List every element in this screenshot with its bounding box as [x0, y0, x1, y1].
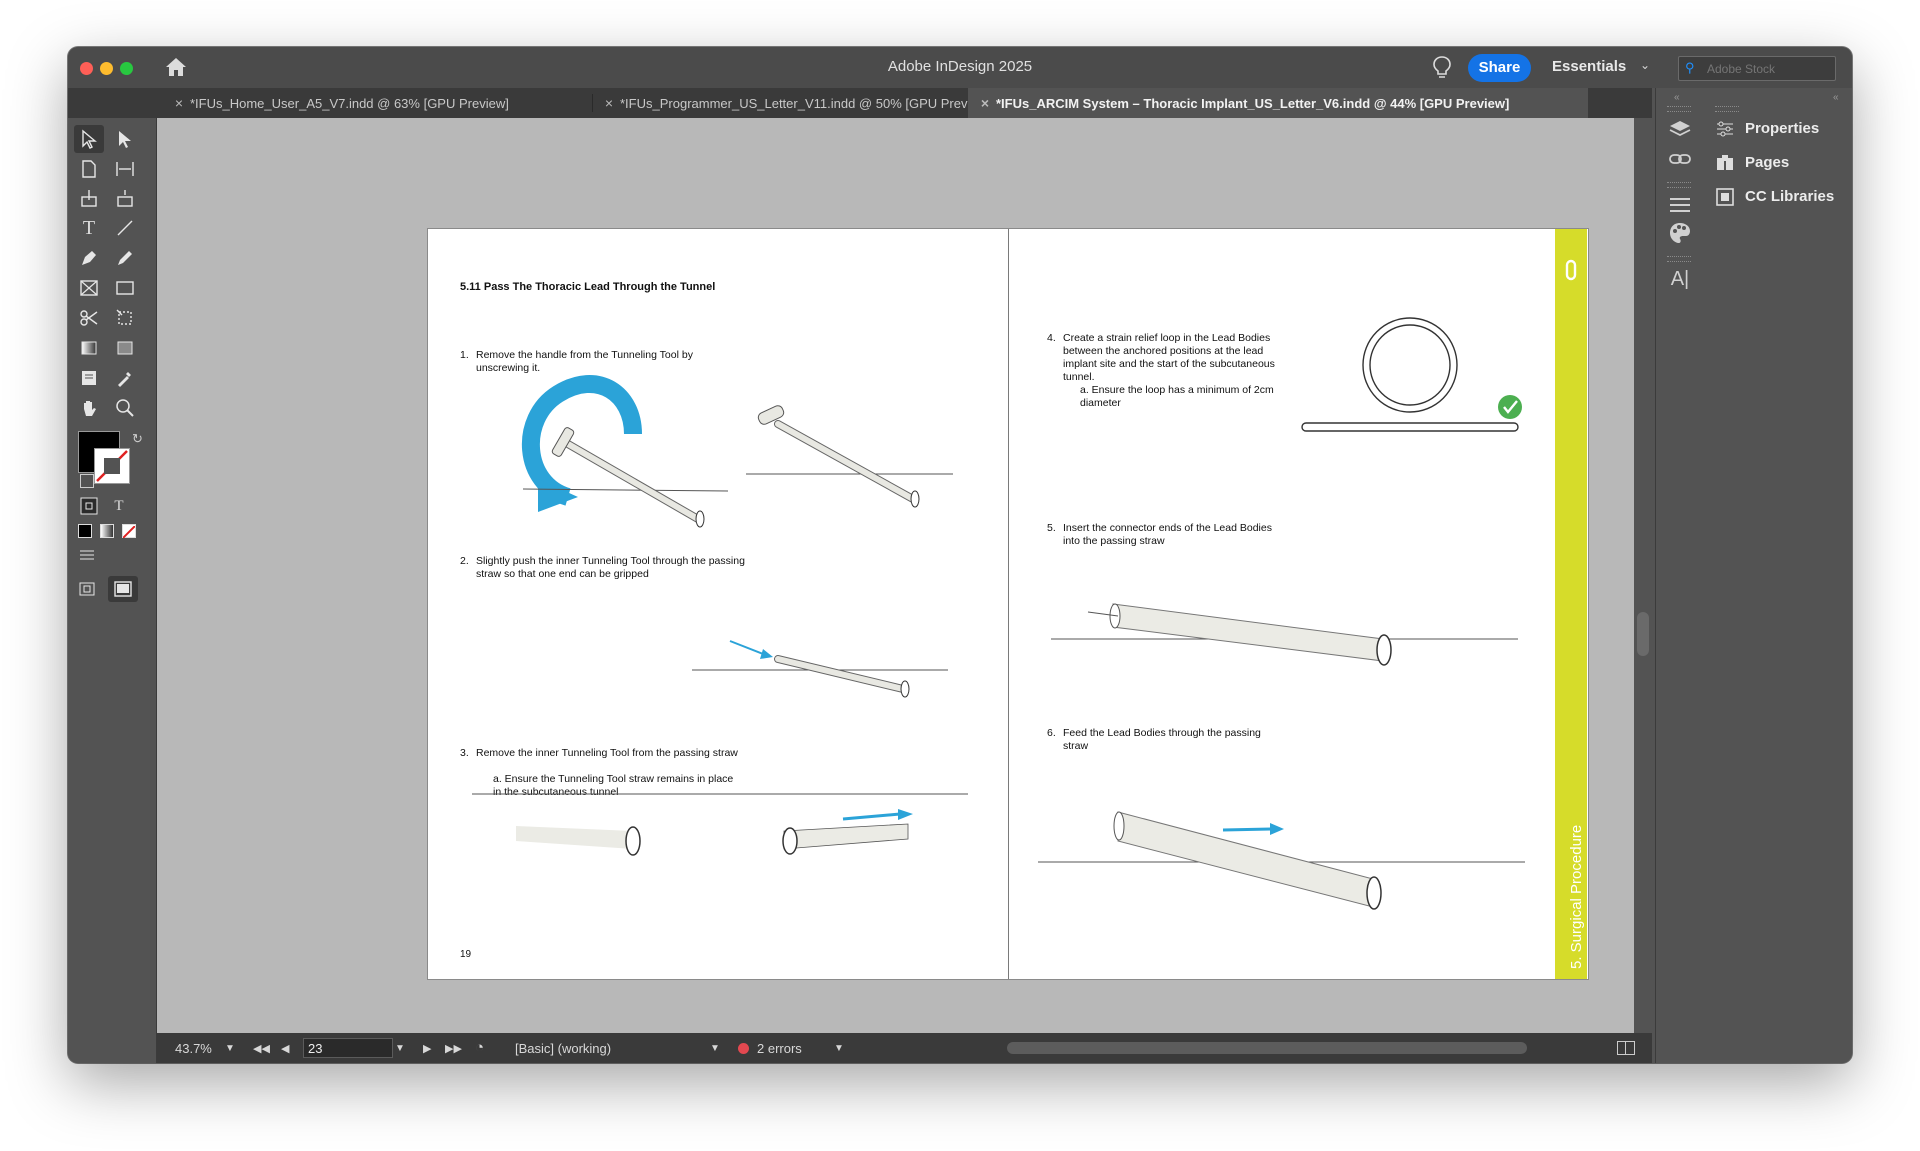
swap-colors-icon[interactable]: ↻	[132, 431, 143, 447]
first-page-icon[interactable]: ◀◀	[253, 1042, 270, 1055]
workspace-switcher[interactable]: Essentials	[1552, 58, 1626, 75]
properties-panel-group: « Properties Pages CC Libraries	[1703, 88, 1852, 1063]
last-page-icon[interactable]: ▶▶	[445, 1042, 462, 1055]
chevron-down-icon[interactable]: ▼	[395, 1043, 405, 1054]
gap-tool-icon[interactable]	[110, 155, 140, 183]
pages-panel-tab[interactable]: Pages	[1715, 154, 1789, 178]
cc-libraries-icon	[1715, 188, 1735, 206]
swatches-icon[interactable]	[1667, 220, 1693, 246]
character-styles-icon[interactable]: A|	[1667, 268, 1693, 294]
collapse-panels-icon[interactable]: «	[1833, 92, 1839, 103]
lightbulb-icon[interactable]	[1432, 55, 1452, 81]
rectangle-tool-icon[interactable]	[110, 274, 140, 302]
panel-grip[interactable]	[1667, 256, 1691, 262]
tool-without-handle-illustration	[746, 405, 953, 508]
links-icon[interactable]	[1667, 146, 1693, 172]
stroke-swatch[interactable]	[94, 448, 130, 484]
default-colors-icon[interactable]	[80, 474, 94, 488]
tab-divider	[592, 94, 593, 112]
gradient-feather-tool-icon[interactable]	[110, 334, 140, 362]
page-tool-icon[interactable]	[74, 155, 104, 183]
preflight-icon[interactable]: ◔	[475, 1039, 484, 1056]
insert-connector-illustration	[1051, 603, 1518, 666]
panel-label: Properties	[1745, 120, 1820, 137]
pencil-tool-icon[interactable]	[110, 244, 140, 272]
tab-arcim-thoracic[interactable]: × *IFUs_ARCIM System – Thoracic Implant_U…	[968, 88, 1588, 118]
screen-mode-preview-icon[interactable]	[108, 576, 138, 602]
chevron-down-icon[interactable]: ▼	[225, 1043, 235, 1054]
error-status-icon	[738, 1043, 749, 1054]
document-tabs: « ×*IFUs_Home_User_A5_V7.indd @ 63% [GPU…	[68, 88, 1652, 143]
zoom-level[interactable]: 43.7%	[175, 1041, 212, 1056]
stroke-panel-icon[interactable]	[1667, 192, 1693, 218]
preflight-profile[interactable]: [Basic] (working)	[515, 1041, 611, 1056]
close-icon[interactable]: ×	[168, 88, 190, 118]
pen-tool-icon[interactable]	[74, 244, 104, 272]
screen-mode-normal-icon[interactable]	[76, 578, 98, 600]
formatting-container-icon[interactable]	[78, 495, 100, 517]
close-icon[interactable]: ×	[974, 88, 996, 118]
object-styles-icon[interactable]	[76, 545, 98, 567]
note-tool-icon[interactable]	[74, 364, 104, 392]
strain-relief-loop-illustration	[1301, 317, 1522, 432]
direct-selection-tool-icon[interactable]	[110, 125, 140, 153]
layers-icon[interactable]	[1667, 117, 1693, 143]
adobe-stock-search[interactable]: ⚲	[1678, 56, 1836, 81]
panel-icon-dock: « A|	[1655, 88, 1704, 1063]
push-inner-tool-illustration	[692, 640, 948, 698]
chevron-down-icon[interactable]: ▼	[710, 1043, 720, 1054]
cc-libraries-panel-tab[interactable]: CC Libraries	[1715, 188, 1834, 212]
page-number-field[interactable]	[303, 1038, 393, 1058]
apply-gradient-icon[interactable]	[100, 524, 114, 538]
tab-home-user[interactable]: × *IFUs_Home_User_A5_V7.indd @ 63% [GPU P…	[168, 88, 588, 118]
selection-tool-icon[interactable]	[74, 125, 104, 153]
apply-color-icon[interactable]	[78, 524, 92, 538]
pages-icon	[1715, 154, 1735, 172]
vertical-scrollbar[interactable]	[1637, 612, 1649, 656]
panel-label: Pages	[1745, 154, 1790, 171]
feed-lead-bodies-illustration	[1038, 811, 1525, 910]
search-icon: ⚲	[1685, 60, 1695, 75]
panel-grip[interactable]	[1715, 106, 1739, 112]
document-spread[interactable]: 5. Surgical Procedure 5.11 Pass The Thor…	[427, 228, 1589, 980]
indesign-window: Adobe InDesign 2025 Share Essentials ⌄ ⚲…	[68, 47, 1852, 1063]
gradient-swatch-tool-icon[interactable]	[74, 334, 104, 362]
collapse-panels-icon[interactable]: «	[1674, 92, 1680, 103]
status-bar: 43.7% ▼ ◀◀ ◀ ▼ ▶ ▶▶ ◔ [Basic] (working) …	[157, 1033, 1652, 1063]
panel-label: CC Libraries	[1745, 188, 1835, 205]
panel-grip[interactable]	[1667, 182, 1691, 188]
hand-tool-icon[interactable]	[74, 394, 104, 422]
apply-none-icon[interactable]	[122, 524, 136, 539]
stock-search-input[interactable]	[1705, 58, 1833, 80]
formatting-text-icon[interactable]: T	[108, 495, 130, 517]
unscrew-illustration	[521, 375, 729, 528]
eyedropper-tool-icon[interactable]	[110, 364, 140, 392]
remove-inner-tool-illustration	[472, 793, 968, 856]
properties-icon	[1715, 120, 1735, 138]
content-placer-icon[interactable]	[110, 184, 140, 212]
line-tool-icon[interactable]	[110, 214, 140, 242]
properties-panel-tab[interactable]: Properties	[1715, 120, 1819, 144]
share-button[interactable]: Share	[1468, 54, 1531, 82]
tools-panel: T ↻ T	[68, 118, 157, 1063]
rectangle-frame-tool-icon[interactable]	[74, 274, 104, 302]
previous-page-icon[interactable]: ◀	[281, 1042, 289, 1055]
panel-grip[interactable]	[1667, 106, 1691, 112]
chevron-down-icon[interactable]: ⌄	[1640, 58, 1650, 72]
zoom-tool-icon[interactable]	[110, 394, 140, 422]
type-tool-icon[interactable]: T	[74, 214, 104, 242]
free-transform-tool-icon[interactable]	[110, 304, 140, 332]
scissors-tool-icon[interactable]	[74, 304, 104, 332]
title-bar: Adobe InDesign 2025 Share Essentials ⌄ ⚲	[68, 47, 1852, 88]
split-view-icon[interactable]	[1617, 1041, 1635, 1055]
chevron-down-icon[interactable]: ▼	[834, 1043, 844, 1054]
step-illustrations	[472, 317, 1525, 910]
horizontal-scrollbar[interactable]	[1007, 1042, 1527, 1054]
close-icon[interactable]: ×	[598, 88, 620, 118]
next-page-icon[interactable]: ▶	[423, 1042, 431, 1055]
content-collector-icon[interactable]	[74, 184, 104, 212]
error-count[interactable]: 2 errors	[757, 1041, 802, 1056]
